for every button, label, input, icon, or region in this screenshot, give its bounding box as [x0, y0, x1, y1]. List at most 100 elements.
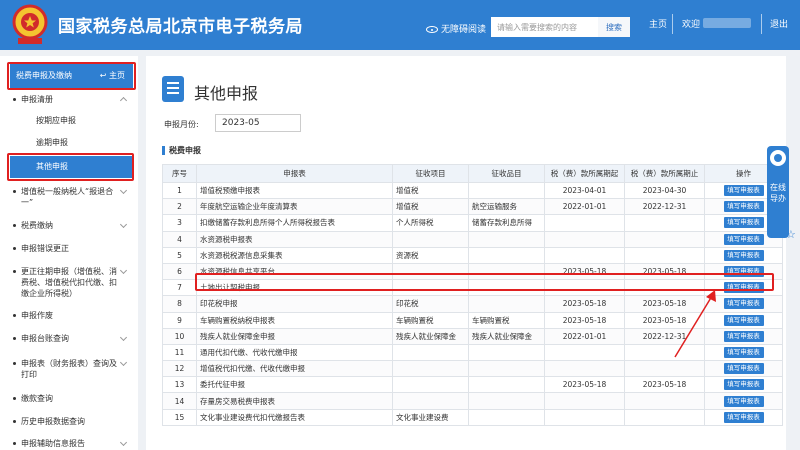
row-number: 1 [162, 181, 197, 200]
home-link[interactable]: 主页 [649, 17, 667, 30]
declaration-table: 序号 申报表 征收项目 征收品目 税（费）款所属期起 税（费）款所属期止 操作 … [162, 164, 783, 426]
fill-form-button[interactable]: 填写申报表 [723, 201, 764, 213]
row-form-name: 水资源税税源信息采集表 [196, 246, 393, 264]
row-period-end [624, 343, 705, 362]
fill-form-button[interactable]: 填写申报表 [723, 363, 764, 375]
table-row: 1 增值税预缴申报表 增值税 2023-04-01 2023-04-30 填写申报表 [162, 181, 783, 200]
row-number: 13 [162, 376, 197, 394]
row-period-end: 2023-04-30 [624, 181, 705, 200]
fill-form-button[interactable]: 填写申报表 [723, 330, 764, 342]
table-row: 13 委托代征申报 2023-05-18 2023-05-18 填写申报表 [162, 376, 783, 394]
bullet-icon [13, 397, 16, 400]
sidebar: 税费申报及缴纳 ↩ 主页 申报清册 按期应申报 逾期申报 其他申报 增值税一般纳… [0, 56, 138, 450]
row-period-end: 2023-05-18 [624, 376, 705, 394]
row-form-name: 车辆购置税纳税申报表 [196, 311, 393, 329]
row-levy-subitem [468, 376, 545, 394]
user-name-masked [703, 18, 752, 28]
row-period-start: 2023-05-18 [544, 295, 625, 313]
sidebar-subitem-periodic[interactable]: 按期应申报 [10, 110, 133, 132]
highlight-box [7, 153, 134, 181]
chevron-up-icon [119, 96, 128, 105]
table-row: 3 扣缴储蓄存款利息所得个人所得税报告表 个人所得税 储蓄存款利息所得 填写申报表 [162, 214, 783, 232]
chevron-down-icon [119, 186, 128, 195]
row-form-name: 扣缴储蓄存款利息所得个人所得税报告表 [196, 214, 393, 232]
row-number: 2 [162, 198, 197, 216]
top-header: 国家税务总局北京市电子税务局 无障碍阅读 搜索 主页 欢迎 退出 [0, 0, 800, 50]
fill-form-button[interactable]: 填写申报表 [723, 185, 764, 197]
row-levy-subitem [468, 392, 545, 410]
table-header-row: 序号 申报表 征收项目 征收品目 税（费）款所属期起 税（费）款所属期止 操作 [162, 164, 783, 183]
row-action: 填写申报表 [704, 311, 783, 329]
search-button[interactable]: 搜索 [598, 17, 630, 37]
row-form-name: 增值税代扣代缴、代收代缴申报 [196, 360, 393, 378]
row-period-start: 2023-05-18 [544, 311, 625, 329]
fill-form-button[interactable]: 填写申报表 [723, 298, 764, 310]
row-levy-subitem: 储蓄存款利息所得 [468, 214, 545, 232]
highlight-box [7, 62, 136, 90]
row-form-name: 残疾人就业保障金申报 [196, 327, 393, 345]
accessible-reading-link[interactable]: 无障碍阅读 [426, 22, 486, 35]
fill-form-button[interactable]: 填写申报表 [723, 379, 764, 391]
row-action: 填写申报表 [704, 408, 783, 426]
table-row: 12 增值税代扣代缴、代收代缴申报 填写申报表 [162, 360, 783, 378]
column-header: 申报表 [196, 164, 393, 183]
row-number: 14 [162, 392, 197, 410]
fill-form-button[interactable]: 填写申报表 [723, 314, 764, 326]
logout-link[interactable]: 退出 [770, 17, 788, 30]
row-period-start [544, 230, 625, 248]
bullet-icon [13, 190, 16, 193]
star-icon[interactable]: ☆ [786, 228, 796, 241]
search-input[interactable] [491, 17, 598, 37]
table-row: 14 存量房交易税费申报表 填写申报表 [162, 392, 783, 410]
row-period-end [624, 392, 705, 410]
month-label: 申报月份: [164, 120, 199, 129]
row-levy-subitem: 车辆购置税 [468, 311, 545, 329]
main-panel: 其他申报 申报月份: 税费申报 序号 申报表 征收项目 征收品目 税（费）款所属… [146, 56, 786, 450]
nav-divider [761, 14, 762, 34]
row-period-end: 2023-05-18 [624, 295, 705, 313]
row-levy-item: 增值税 [392, 181, 469, 200]
fill-form-button[interactable]: 填写申报表 [723, 395, 764, 407]
table-row: 2 年度航空运输企业年度清算表 增值税 航空运输服务 2022-01-01 2022-12… [162, 198, 783, 216]
row-period-start: 2022-01-01 [544, 327, 625, 345]
table-row: 9 车辆购置税纳税申报表 车辆购置税 车辆购置税 2023-05-18 2023-05-1… [162, 311, 783, 329]
fill-form-button[interactable]: 填写申报表 [723, 249, 764, 261]
chevron-down-icon [119, 358, 128, 367]
row-levy-subitem [468, 408, 545, 426]
row-levy-item [392, 360, 469, 378]
row-levy-item [392, 343, 469, 362]
row-number: 4 [162, 230, 197, 248]
fill-form-button[interactable]: 填写申报表 [723, 233, 764, 245]
chevron-down-icon [119, 438, 128, 447]
row-number: 7 [162, 279, 197, 297]
row-levy-subitem: 航空运输服务 [468, 198, 545, 216]
row-levy-item: 残疾人就业保障金 [392, 327, 469, 345]
month-field[interactable] [215, 114, 301, 132]
row-period-start [544, 246, 625, 264]
welcome-user: 欢迎 [682, 17, 752, 30]
table-row: 8 印花税申报 印花税 2023-05-18 2023-05-18 填写申报表 [162, 295, 783, 313]
fill-form-button[interactable]: 填写申报表 [723, 346, 764, 358]
sidebar-subitem-overdue[interactable]: 逾期申报 [10, 132, 133, 154]
row-levy-item: 资源税 [392, 246, 469, 264]
bullet-icon [13, 224, 16, 227]
column-header: 征收品目 [468, 164, 545, 183]
row-period-start: 2023-04-01 [544, 181, 625, 200]
fill-form-button[interactable]: 填写申报表 [723, 217, 764, 229]
row-levy-subitem [468, 246, 545, 264]
row-period-start [544, 360, 625, 378]
assistant-avatar-icon [770, 150, 786, 166]
row-period-end: 2022-12-31 [624, 327, 705, 345]
online-guide-widget[interactable]: 在线导办 [767, 146, 789, 238]
row-levy-item: 车辆购置税 [392, 311, 469, 329]
row-action: 填写申报表 [704, 360, 783, 378]
fill-form-button[interactable]: 填写申报表 [723, 411, 764, 423]
table-row: 5 水资源税税源信息采集表 资源税 填写申报表 [162, 246, 783, 264]
online-guide-label: 在线导办 [770, 183, 786, 203]
chevron-down-icon [119, 266, 128, 275]
chevron-down-icon [119, 333, 128, 342]
row-action: 填写申报表 [704, 246, 783, 264]
chevron-down-icon [119, 220, 128, 229]
row-levy-subitem [468, 230, 545, 248]
row-period-end: 2022-12-31 [624, 198, 705, 216]
